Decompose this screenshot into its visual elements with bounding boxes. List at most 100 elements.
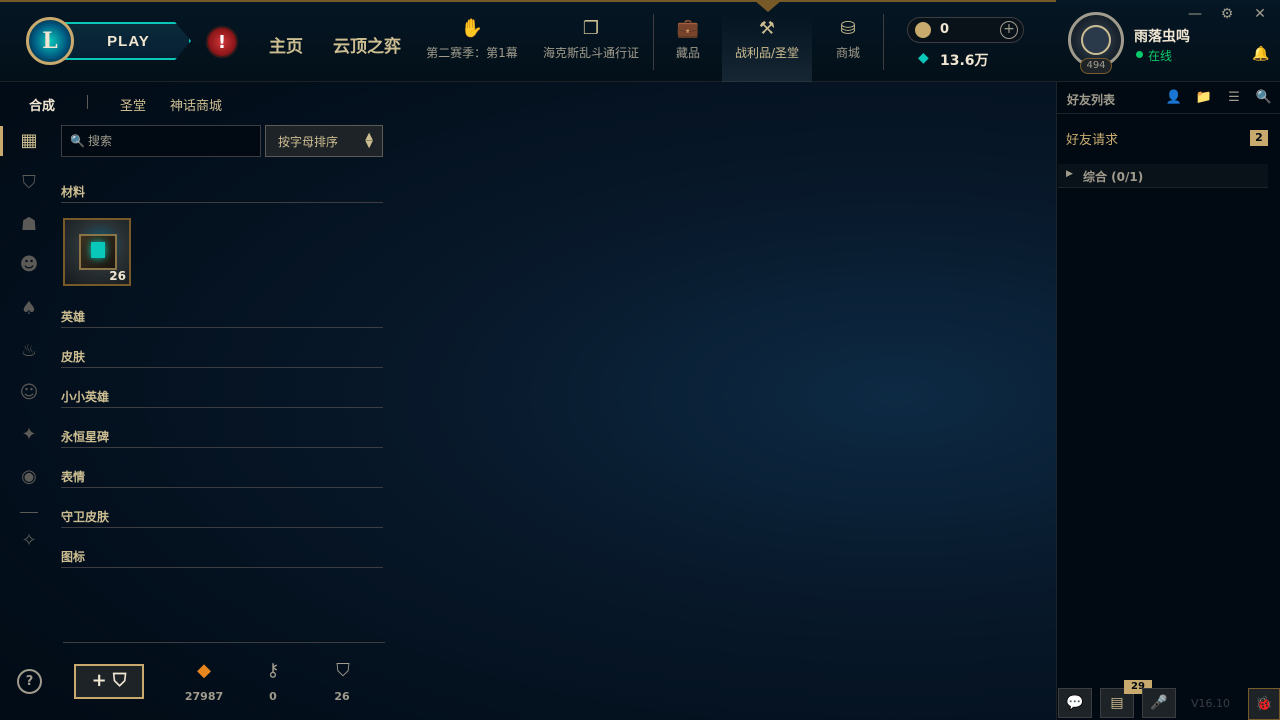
category-icons[interactable]: 图标	[61, 548, 85, 565]
champion-filter-icon[interactable]: ☗	[18, 214, 40, 236]
grid-all-icon[interactable]: ▦	[18, 130, 40, 152]
eternals-filter-icon[interactable]: ♨	[18, 340, 40, 362]
category-divider	[61, 447, 383, 448]
voice-button[interactable]: 🎤	[1142, 688, 1176, 718]
nav-collection-label: 藏品	[675, 46, 700, 60]
buy-rp-button[interactable]: +	[1000, 21, 1018, 39]
nav-divider	[653, 14, 654, 70]
friend-requests-badge: 2	[1250, 130, 1268, 146]
status-text[interactable]: 在线	[1148, 47, 1172, 64]
nav-collection[interactable]: 💼 藏品	[660, 14, 716, 82]
rail-active-indicator	[0, 126, 3, 156]
nav-store-label: 商城	[835, 46, 860, 60]
active-tab-caret	[754, 0, 782, 12]
minimize-icon[interactable]: —	[1186, 6, 1204, 22]
nav-event-pass-label: 海克斯乱斗通行证	[542, 46, 639, 60]
online-status-dot	[1136, 51, 1143, 58]
chest-icon: ⛉	[336, 660, 350, 681]
category-champions[interactable]: 英雄	[61, 308, 85, 325]
category-skins[interactable]: 皮肤	[61, 348, 85, 365]
skin-filter-icon[interactable]: ☻	[18, 254, 40, 276]
category-divider	[61, 327, 383, 328]
help-icon[interactable]: ?	[17, 669, 42, 694]
notification-bell-icon[interactable]: 🔔	[1252, 46, 1269, 62]
icon-filter-icon[interactable]: ◉	[18, 466, 40, 488]
alert-icon[interactable]: !	[206, 26, 238, 58]
category-little-legends[interactable]: 小小英雄	[61, 388, 109, 405]
profile-icon	[1081, 25, 1111, 55]
friend-requests-label[interactable]: 好友请求	[1066, 129, 1118, 148]
orange-essence-count: 27987	[184, 690, 224, 703]
chevron-updown-icon: ▲ ▼	[365, 131, 373, 150]
settings-gear-icon[interactable]: ⚙	[1218, 6, 1236, 22]
add-friend-icon[interactable]: 👤	[1165, 90, 1183, 105]
rail-divider	[20, 512, 38, 513]
little-legend-filter-icon[interactable]: ♠	[18, 298, 40, 320]
hextech-gem-icon	[91, 242, 105, 258]
loot-icon: ⚒	[758, 18, 776, 39]
rp-icon	[915, 22, 931, 38]
rp-balance: 0	[940, 22, 950, 37]
category-ward-skins[interactable]: 守卫皮肤	[61, 508, 109, 525]
add-chest-button[interactable]: + ⛉	[74, 664, 144, 699]
client-window: PLAY L ! 主页 云顶之弈 ✋ 第二赛季：第1幕 ❐ 海克斯乱斗通行证 💼…	[0, 0, 1280, 720]
league-logo-icon[interactable]: L	[26, 17, 74, 65]
tab-sanctum[interactable]: 圣堂	[120, 95, 146, 114]
friends-list-title: 好友列表	[1067, 93, 1116, 107]
list-view-icon[interactable]: ☰	[1225, 90, 1243, 105]
item-count: 26	[109, 269, 126, 283]
tab-crafting[interactable]: 合成	[29, 95, 55, 114]
category-materials[interactable]: 材料	[61, 183, 85, 200]
nav-loot[interactable]: ⚒ 战利品/圣堂	[722, 14, 812, 82]
nav-season-pass[interactable]: ✋ 第二赛季：第1幕	[422, 14, 522, 82]
nav-home[interactable]: 主页	[269, 32, 303, 57]
category-divider	[61, 367, 383, 368]
level-badge: 494	[1080, 58, 1112, 74]
search-icon: 🔍	[70, 134, 85, 148]
ward-skin-filter-icon[interactable]: ✦	[18, 424, 40, 446]
search-input[interactable]	[88, 132, 254, 150]
collection-icon: 💼	[676, 18, 700, 39]
tab-mythic-shop[interactable]: 神话商城	[170, 95, 222, 114]
friend-group-label: 综合 (0/1)	[1083, 170, 1144, 184]
category-divider	[61, 567, 383, 568]
nav-loot-label: 战利品/圣堂	[734, 46, 800, 60]
category-divider	[61, 202, 383, 203]
nav-divider	[883, 14, 884, 70]
add-folder-icon[interactable]: 📁	[1195, 90, 1213, 105]
chest-filter-icon[interactable]: ⛉	[18, 172, 40, 194]
search-friends-icon[interactable]: 🔍	[1255, 90, 1273, 105]
category-emotes[interactable]: 表情	[61, 468, 85, 485]
client-version: V16.10	[1191, 697, 1231, 710]
store-icon: ⛁	[840, 18, 856, 39]
blue-essence-icon: ◆	[918, 50, 929, 66]
hextech-chest-tile[interactable]: 26	[63, 218, 131, 286]
emote-filter-icon[interactable]: ☺	[18, 382, 40, 404]
chat-button[interactable]: 💬	[1058, 688, 1092, 718]
sort-label: 按字母排序	[278, 135, 339, 149]
social-divider	[1057, 113, 1280, 114]
blue-essence-balance: 13.6万	[940, 53, 989, 69]
tab-divider	[87, 95, 88, 109]
category-eternals[interactable]: 永恒星碑	[61, 428, 109, 445]
category-divider	[61, 407, 383, 408]
bottom-divider	[63, 642, 385, 643]
friend-group-general[interactable]: ▶ 综合 (0/1)	[1058, 164, 1268, 188]
nav-tft[interactable]: 云顶之弈	[333, 32, 401, 57]
orange-essence-icon: ◆	[197, 660, 211, 681]
category-divider	[61, 487, 383, 488]
play-button[interactable]: PLAY	[58, 22, 191, 60]
category-divider	[61, 527, 383, 528]
nav-store[interactable]: ⛁ 商城	[820, 14, 876, 82]
event-pass-icon: ❐	[582, 18, 600, 39]
nav-event-pass[interactable]: ❐ 海克斯乱斗通行证	[538, 14, 644, 82]
expand-arrow-icon: ▶	[1066, 169, 1073, 179]
nav-season-pass-label: 第二赛季：第1幕	[426, 46, 518, 60]
summoner-name[interactable]: 雨落虫鸣	[1134, 26, 1190, 46]
sort-dropdown[interactable]: 按字母排序 ▲ ▼	[265, 125, 383, 157]
mythic-filter-icon[interactable]: ✧	[18, 530, 40, 552]
bug-report-icon[interactable]: 🐞	[1248, 688, 1280, 720]
search-field[interactable]: 🔍	[61, 125, 261, 157]
close-icon[interactable]: ✕	[1251, 6, 1269, 22]
chest-count: 26	[334, 690, 350, 703]
